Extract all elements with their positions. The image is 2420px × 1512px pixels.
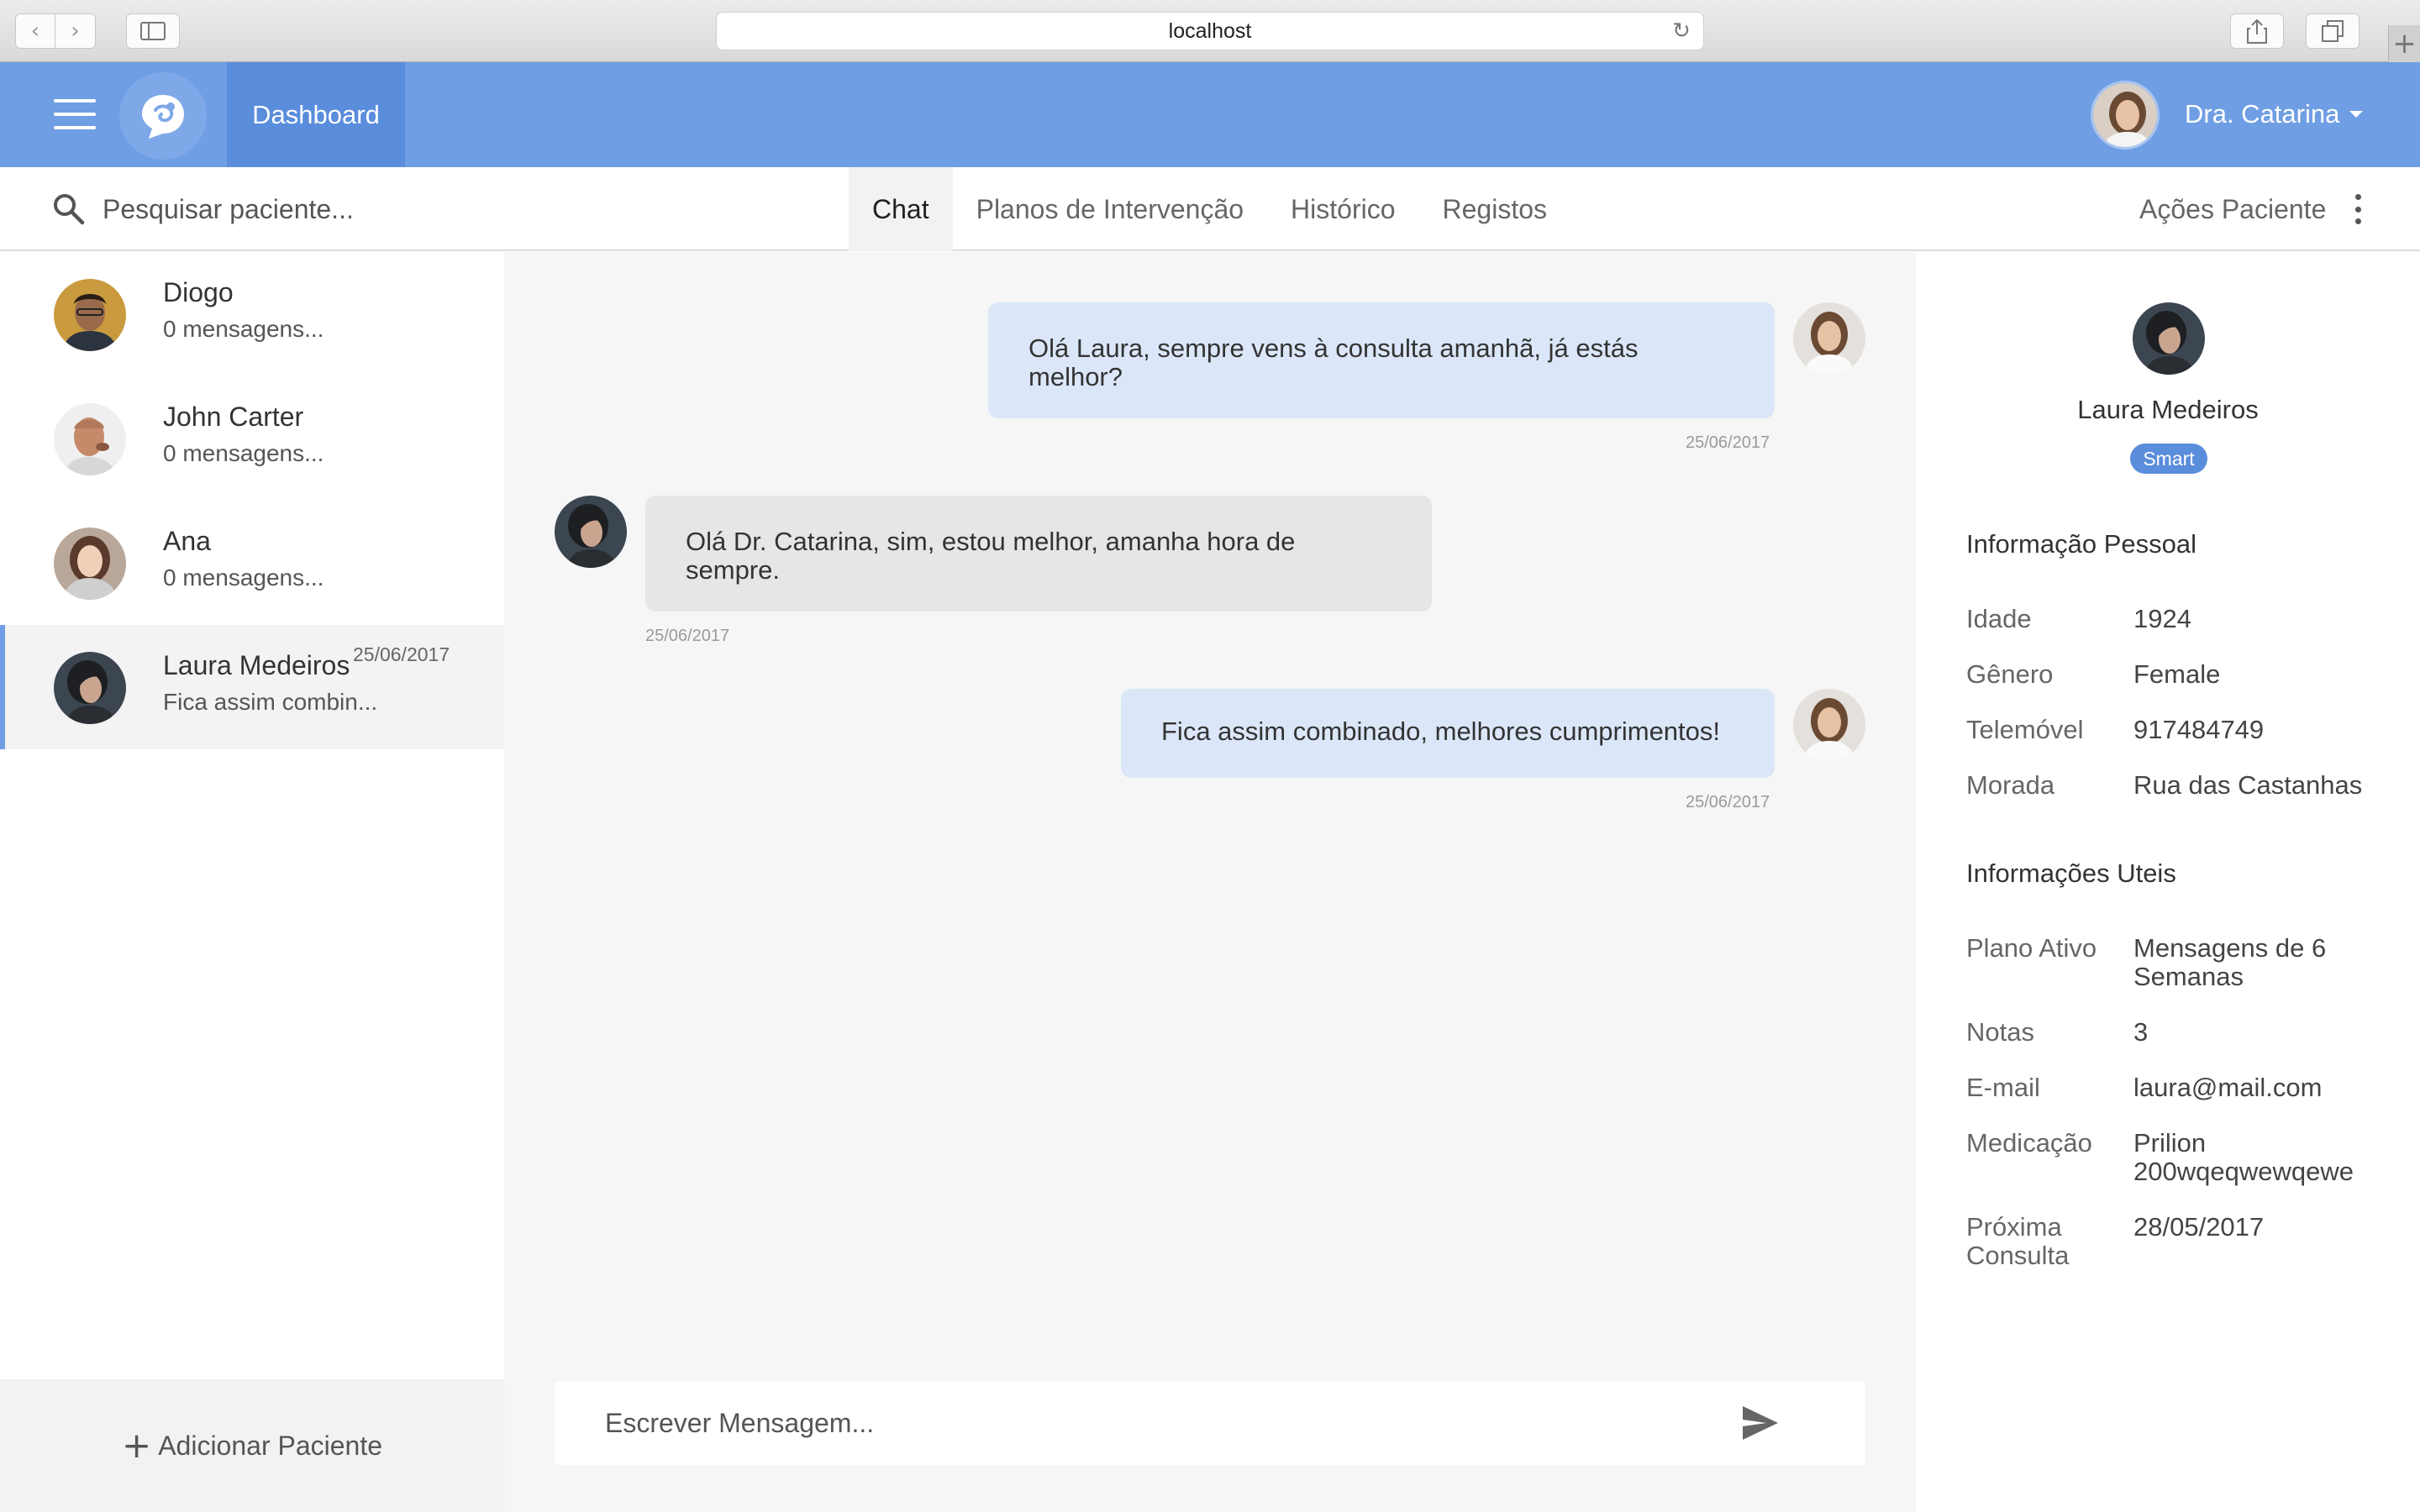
info-value: Mensagens de 6 Semanas <box>2133 933 2327 991</box>
info-value: Rua das Castanhas <box>2133 770 2363 800</box>
chat-area: Olá Laura, sempre vens à consulta amanhã… <box>504 252 1916 1512</box>
info-label: Notas <box>1966 1017 2034 1047</box>
info-value: laura@mail.com <box>2133 1073 2323 1102</box>
chevron-left-icon: ‹ <box>30 18 40 44</box>
info-value: 3 <box>2133 1017 2149 1047</box>
app-logo[interactable] <box>119 72 207 160</box>
browser-nav: ‹ › <box>15 13 96 49</box>
browser-toolbar: ‹ › localhost ↻ + <box>0 0 2420 62</box>
section-title-personal: Informação Pessoal <box>1966 529 2196 559</box>
patient-actions-button[interactable]: Ações Paciente <box>2139 167 2326 251</box>
caret-down-icon <box>2349 111 2364 118</box>
avatar <box>54 528 126 600</box>
avatar <box>54 403 126 475</box>
patient-name: Ana <box>163 526 211 556</box>
info-label: Idade <box>1966 604 2032 633</box>
message-text: Fica assim combinado, melhores cumprimen… <box>1161 717 1721 746</box>
patient-item-ana[interactable]: Ana 0 mensagens... <box>0 501 504 625</box>
patient-item-laura-medeiros[interactable]: Laura Medeiros 25/06/2017 Fica assim com… <box>0 625 504 749</box>
new-tab-button[interactable]: + <box>2388 25 2420 62</box>
tab-records[interactable]: Registos <box>1419 167 1571 251</box>
tab-intervention-plans[interactable]: Planos de Intervenção <box>953 167 1267 251</box>
patient-name: Laura Medeiros <box>163 650 350 680</box>
patient-subtitle: 0 mensagens... <box>163 316 324 342</box>
share-icon <box>2247 18 2267 44</box>
patient-last-message: Fica assim combin... <box>163 689 378 715</box>
search-icon <box>54 194 85 225</box>
info-value: Female <box>2133 659 2221 689</box>
dashboard-tab[interactable]: Dashboard <box>227 62 405 167</box>
message-input[interactable] <box>605 1401 1697 1445</box>
info-label: Plano Ativo <box>1966 933 2097 963</box>
patient-profile-avatar <box>2133 302 2205 375</box>
forward-button[interactable]: › <box>55 13 96 49</box>
info-label: Telemóvel <box>1966 715 2084 744</box>
message-timestamp: 25/06/2017 <box>645 627 730 645</box>
patient-item-diogo[interactable]: Diogo 0 mensagens... <box>0 252 504 376</box>
message-timestamp: 25/06/2017 <box>1686 793 1770 811</box>
tab-chat[interactable]: Chat <box>849 167 953 251</box>
plus-icon: + <box>121 1425 152 1466</box>
patient-item-john-carter[interactable]: John Carter 0 mensagens... <box>0 376 504 501</box>
message-text: Olá Laura, sempre vens à consulta amanhã… <box>1028 333 1639 391</box>
patient-avatar <box>555 496 627 568</box>
section-title-useful: Informações Uteis <box>1966 858 2176 888</box>
send-icon[interactable] <box>1741 1404 1780 1441</box>
plus-icon: + <box>2392 27 2417 60</box>
patient-subtitle: 0 mensagens... <box>163 440 324 466</box>
message-text: Olá Dr. Catarina, sim, estou melhor, ama… <box>686 527 1296 585</box>
message-bubble-outgoing: Olá Laura, sempre vens à consulta amanhã… <box>988 302 1775 418</box>
add-patient-label: Adicionar Paciente <box>158 1430 383 1461</box>
tabs-icon <box>2322 20 2344 42</box>
user-avatar[interactable] <box>2091 81 2160 150</box>
doctor-avatar <box>1793 302 1865 375</box>
sidebar-icon <box>140 22 166 40</box>
message-bubble-incoming: Olá Dr. Catarina, sim, estou melhor, ama… <box>645 496 1432 612</box>
info-label: E-mail <box>1966 1073 2040 1102</box>
info-value: 28/05/2017 <box>2133 1212 2265 1242</box>
patient-name: John Carter <box>163 402 304 432</box>
doctor-portrait <box>2093 83 2157 147</box>
tab-bar: Chat Planos de Intervenção Histórico Reg… <box>849 167 1570 251</box>
doctor-avatar <box>1793 689 1865 761</box>
reload-icon[interactable]: ↻ <box>1670 19 1693 43</box>
back-button[interactable]: ‹ <box>15 13 55 49</box>
message-bubble-outgoing: Fica assim combinado, melhores cumprimen… <box>1121 689 1775 778</box>
avatar <box>54 652 126 724</box>
patient-name: Diogo <box>163 277 234 307</box>
patient-profile-name: Laura Medeiros <box>2077 395 2259 424</box>
patient-search-input[interactable] <box>103 187 607 231</box>
info-label: Gênero <box>1966 659 2054 689</box>
user-name: Dra. Catarina <box>2185 99 2340 129</box>
share-button[interactable] <box>2230 13 2284 49</box>
address-bar[interactable]: localhost ↻ <box>716 12 1704 50</box>
info-value: 917484749 <box>2133 715 2265 744</box>
dashboard-label: Dashboard <box>252 99 380 129</box>
tab-history[interactable]: Histórico <box>1267 167 1418 251</box>
user-menu[interactable]: Dra. Catarina <box>2185 99 2364 129</box>
info-label: Medicação <box>1966 1128 2092 1158</box>
patient-last-message-date: 25/06/2017 <box>353 643 450 665</box>
patient-info-panel: Laura Medeiros Smart Informação Pessoal … <box>1916 252 2420 1512</box>
tabs-overview-button[interactable] <box>2306 13 2360 49</box>
avatar <box>54 279 126 351</box>
message-composer <box>555 1381 1865 1465</box>
more-vertical-icon[interactable] <box>2353 194 2363 224</box>
status-badge: Smart <box>2130 444 2207 474</box>
sub-navigation: Chat Planos de Intervenção Histórico Reg… <box>0 167 2420 251</box>
info-label: Próxima Consulta <box>1966 1212 2070 1270</box>
message-timestamp: 25/06/2017 <box>1686 433 1770 452</box>
add-patient-button[interactable]: + Adicionar Paciente <box>0 1379 504 1512</box>
url-text: localhost <box>1168 18 1252 43</box>
app-header: Dashboard Dra. Catarina <box>0 62 2420 167</box>
patient-list: Diogo 0 mensagens... John Carter 0 mensa… <box>0 252 504 1379</box>
info-value: 1924 <box>2133 604 2191 633</box>
hamburger-menu-icon[interactable] <box>54 99 96 129</box>
chevron-right-icon: › <box>71 18 80 44</box>
info-label: Morada <box>1966 770 2055 800</box>
patient-subtitle: 0 mensagens... <box>163 564 324 591</box>
info-value: Prilion 200wqeqwewqewe <box>2133 1128 2354 1186</box>
logo-icon <box>142 95 184 139</box>
browser-sidebar-button[interactable] <box>126 13 180 49</box>
